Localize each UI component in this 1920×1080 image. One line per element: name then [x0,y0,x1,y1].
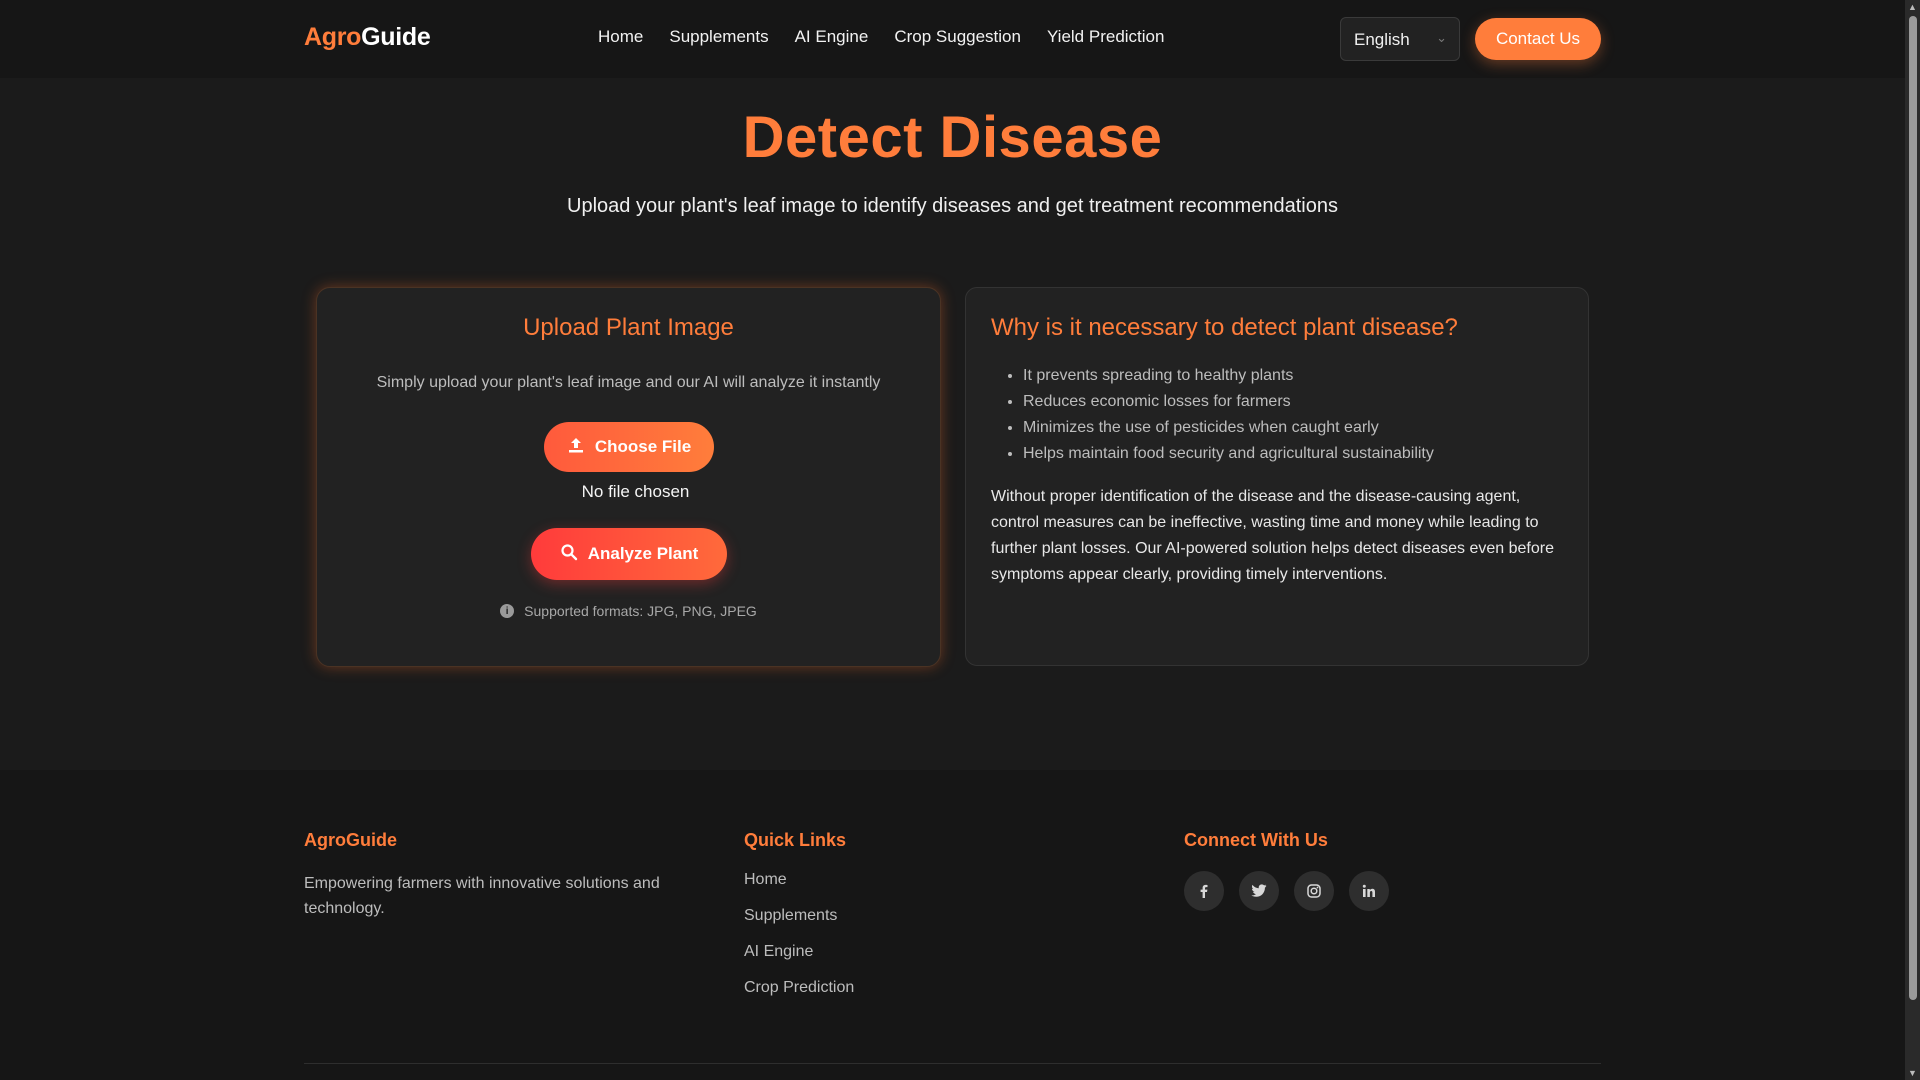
list-item: Reduces economic losses for farmers [1023,389,1434,415]
upload-card: Upload Plant Image Simply upload your pl… [316,287,941,667]
footer-quick-links-title: Quick Links [744,830,847,850]
nav-link-home[interactable]: Home [598,27,643,47]
footer-brand-column: AgroGuide Empowering farmers with innova… [304,830,704,921]
list-item: Minimizes the use of pesticides when cau… [1023,415,1434,441]
footer-link-home[interactable]: Home [744,871,854,907]
footer-brand: AgroGuide [304,830,397,850]
why-detect-card: Why is it necessary to detect plant dise… [965,287,1589,666]
nav-link-yield-prediction[interactable]: Yield Prediction [1047,27,1165,47]
upload-card-title: Upload Plant Image [523,314,734,341]
page-title: Detect Disease [742,105,1163,170]
scroll-down-arrow-icon[interactable]: ▼ [1908,1068,1917,1078]
logo-part-agro: Agro [304,23,362,51]
nav-links: Home Supplements AI Engine Crop Suggesti… [598,27,1164,47]
facebook-icon[interactable] [1184,871,1224,911]
language-select[interactable]: English ⌄ [1340,17,1460,61]
chevron-down-icon: ⌄ [1436,30,1447,45]
nav-link-ai-engine[interactable]: AI Engine [795,27,869,47]
why-detect-title: Why is it necessary to detect plant dise… [991,314,1458,341]
footer-link-ai-engine[interactable]: AI Engine [744,943,854,979]
footer-quick-links: Home Supplements AI Engine Crop Predicti… [744,871,854,1015]
twitter-icon[interactable] [1239,871,1279,911]
instagram-icon[interactable] [1294,871,1334,911]
contact-us-button[interactable]: Contact Us [1475,18,1601,60]
choose-file-label: Choose File [594,437,692,456]
page-subtitle: Upload your plant's leaf image to identi… [567,195,1338,217]
why-detect-list: It prevents spreading to healthy plants … [1023,363,1434,467]
supported-formats: i Supported formats: JPG, PNG, JPEG [317,603,940,619]
analyze-plant-label: Analyze Plant [587,544,699,563]
list-item: It prevents spreading to healthy plants [1023,363,1434,389]
navbar: AgroGuide Home Supplements AI Engine Cro… [0,0,1905,78]
search-icon [560,543,578,566]
why-detect-paragraph: Without proper identification of the dis… [991,488,1554,583]
footer-link-supplements[interactable]: Supplements [744,907,854,943]
nav-link-crop-suggestion[interactable]: Crop Suggestion [894,27,1021,47]
scrollbar-thumb[interactable] [1909,16,1917,1000]
logo[interactable]: AgroGuide [304,23,431,52]
list-item: Helps maintain food security and agricul… [1023,441,1434,467]
footer: AgroGuide Empowering farmers with innova… [0,770,1905,1080]
analyze-plant-button[interactable]: Analyze Plant [531,528,727,580]
footer-connect-column: Connect With Us [1184,830,1389,911]
social-links [1184,871,1389,911]
scroll-up-arrow-icon[interactable]: ▲ [1908,2,1917,12]
upload-card-description: Simply upload your plant's leaf image an… [376,374,881,391]
footer-link-crop-prediction[interactable]: Crop Prediction [744,979,854,1015]
language-select-value: English [1354,30,1410,49]
footer-divider [304,1063,1601,1064]
page: AgroGuide Home Supplements AI Engine Cro… [0,0,1905,1080]
info-icon: i [500,604,515,618]
supported-formats-text: Supported formats: JPG, PNG, JPEG [524,603,757,619]
footer-quick-links-column: Quick Links Home Supplements AI Engine C… [744,830,854,1015]
file-status: No file chosen [581,482,690,501]
nav-link-supplements[interactable]: Supplements [669,27,768,47]
footer-tagline: Empowering farmers with innovative solut… [304,875,660,917]
page-scrollbar[interactable]: ▲ ▼ [1905,0,1920,1080]
footer-connect-title: Connect With Us [1184,830,1328,850]
linkedin-icon[interactable] [1349,871,1389,911]
logo-part-guide: Guide [361,23,431,51]
choose-file-button[interactable]: Choose File [544,422,714,472]
upload-icon [567,436,585,459]
